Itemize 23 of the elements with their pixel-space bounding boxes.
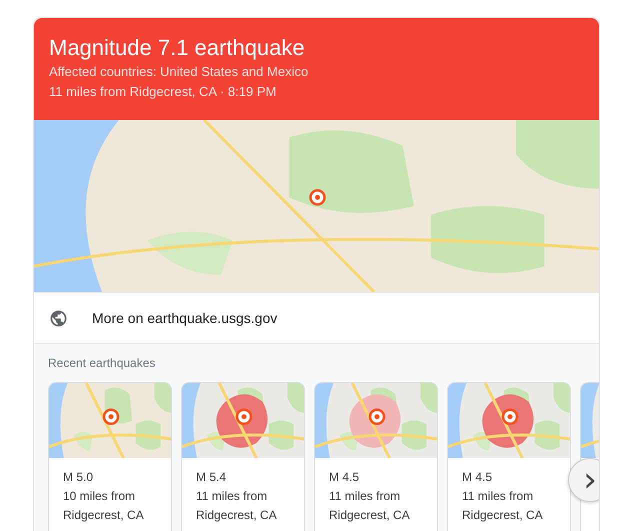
place-name: Ridgecrest, CA bbox=[196, 507, 278, 524]
earthquake-card[interactable]: M 4.5 11 miles from Ridgecrest, CA bbox=[314, 382, 438, 531]
next-button[interactable]: › bbox=[568, 458, 599, 502]
location-time: 11 miles from Ridgecrest, CA · 8:19 PM bbox=[49, 83, 278, 101]
place-name: Ridgecrest, CA bbox=[462, 507, 544, 524]
source-link[interactable]: More on earthquake.usgs.gov bbox=[92, 310, 278, 326]
distance-text: 10 miles from bbox=[63, 488, 136, 505]
globe-icon bbox=[49, 308, 68, 328]
place-name: Ridgecrest, CA bbox=[63, 507, 145, 524]
magnitude: M 4.5 bbox=[329, 469, 360, 486]
place-name: Ridgecrest, CA bbox=[329, 507, 411, 524]
earthquake-card[interactable]: M 4.5 11 miles from Ridgecrest, CA bbox=[447, 382, 571, 531]
earthquake-card[interactable]: M 5.4 11 miles from Ridgecrest, CA bbox=[181, 382, 305, 531]
distance-text: 11 miles from bbox=[196, 488, 268, 505]
magnitude: M 5.0 bbox=[63, 469, 94, 486]
earthquake-title: Magnitude 7.1 earthquake bbox=[49, 34, 306, 62]
magnitude: M 4.5 bbox=[462, 469, 494, 486]
distance-text: 11 miles from bbox=[329, 488, 402, 505]
earthquake-card[interactable]: M 5.0 10 miles from Ridgecrest, CA bbox=[48, 382, 172, 531]
distance-text: 11 miles from bbox=[462, 488, 534, 505]
affected-countries: Affected countries: United States and Mexico bbox=[49, 63, 310, 81]
section-heading: Recent earthquakes bbox=[48, 356, 156, 370]
magnitude: M 5.4 bbox=[196, 469, 228, 486]
